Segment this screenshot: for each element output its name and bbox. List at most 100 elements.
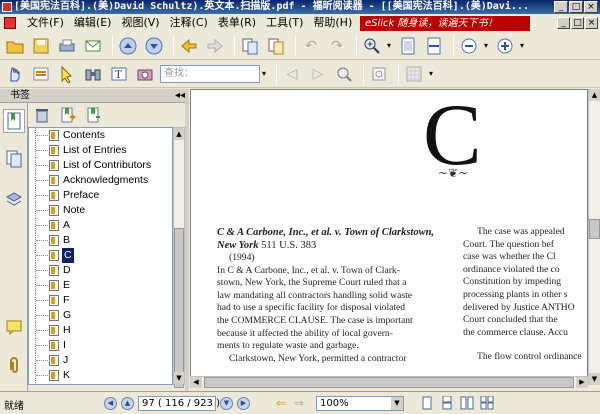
menu-form[interactable]: 表单(R) (213, 14, 261, 32)
fit-width-icon[interactable] (423, 35, 445, 57)
bookmark-item[interactable]: E (29, 278, 172, 293)
bookmark-item[interactable]: I (29, 338, 172, 353)
zoom-dropdown-icon[interactable]: ▾ (387, 41, 397, 50)
bookmark-item[interactable]: Preface (29, 188, 172, 203)
zoom-out-minus-icon[interactable] (458, 35, 480, 57)
doc-scroll-thumb[interactable] (589, 219, 600, 239)
hand-tool-icon[interactable] (4, 63, 26, 85)
previous-page-icon[interactable]: ▲ (121, 397, 134, 410)
bookmark-scroll-thumb[interactable] (174, 228, 184, 388)
continuous-view-icon[interactable] (440, 395, 454, 411)
binoculars-icon[interactable] (82, 63, 104, 85)
zoom-in-dropdown-icon[interactable]: ▾ (520, 41, 530, 50)
doc-scroll-up-arrow-icon[interactable]: ▲ (589, 89, 600, 101)
panel-splitter[interactable] (185, 89, 189, 391)
bookmark-tree-scrollbar[interactable]: ▲ ▼ (173, 127, 185, 388)
select-text-icon[interactable] (30, 63, 52, 85)
menu-tools[interactable]: 工具(T) (261, 14, 308, 32)
background-pattern-icon[interactable] (403, 63, 425, 85)
back-icon[interactable] (178, 35, 200, 57)
zoom-select-dropdown-icon[interactable]: ▼ (391, 397, 403, 410)
doc-close-button[interactable]: × (585, 17, 598, 29)
email-icon[interactable] (82, 35, 104, 57)
bookmark-item[interactable]: List of Entries (29, 143, 172, 158)
eslick-ad-banner[interactable]: eSlick 随身读，读遍天下书！ (360, 16, 530, 31)
bookmark-item[interactable]: J (29, 353, 172, 368)
facing-view-icon[interactable] (460, 396, 474, 411)
document-vertical-scrollbar[interactable]: ▲ ▼ (588, 89, 600, 385)
attachments-tab-icon[interactable] (3, 353, 25, 377)
snapshot-icon[interactable] (134, 63, 156, 85)
continuous-facing-view-icon[interactable] (480, 395, 494, 411)
bookmark-item[interactable]: K (29, 368, 172, 383)
doc-minimize-button[interactable]: _ (557, 17, 570, 29)
find-dropdown-icon[interactable]: ▾ (262, 69, 272, 78)
bookmark-item[interactable]: H (29, 323, 172, 338)
bookmark-item[interactable]: List of Contributors (29, 158, 172, 173)
maximize-button[interactable]: □ (569, 1, 583, 13)
bookmarks-tab-icon[interactable] (3, 109, 25, 133)
bookmark-item[interactable]: D (29, 263, 172, 278)
expand-bookmark-icon[interactable] (84, 105, 104, 125)
page-number-input[interactable]: 97 ( 116 / 923 ) (138, 396, 220, 411)
print-icon[interactable] (56, 35, 78, 57)
save-icon[interactable] (30, 35, 52, 57)
scroll-up-arrow-icon[interactable]: ▲ (174, 128, 184, 140)
menu-file[interactable]: 文件(F) (22, 14, 69, 32)
doc-hscroll-thumb[interactable] (204, 377, 574, 388)
page-down-icon[interactable] (143, 35, 165, 57)
zoom-in-plus-icon[interactable] (494, 35, 516, 57)
text-select-icon[interactable]: T (108, 63, 130, 85)
find-input[interactable]: 查找： (160, 64, 260, 83)
bookmark-item[interactable]: F (29, 293, 172, 308)
find-previous-icon[interactable]: ◁ (281, 63, 303, 85)
extract-icon[interactable] (239, 35, 261, 57)
zoom-in-icon[interactable] (361, 35, 383, 57)
zoom-out-dropdown-icon[interactable]: ▾ (484, 41, 494, 50)
next-page-icon[interactable]: ▼ (220, 397, 233, 410)
add-bookmark-icon[interactable] (58, 105, 78, 125)
document-menu-icon[interactable] (4, 17, 16, 29)
bookmark-item[interactable]: B (29, 233, 172, 248)
layers-tab-icon[interactable] (3, 187, 25, 211)
bookmark-item[interactable]: Note (29, 203, 172, 218)
document-view[interactable]: C ~❦~ C & A Carbone, Inc., et al. v. Tow… (190, 89, 588, 385)
bookmark-item[interactable]: G (29, 308, 172, 323)
collapse-panel-button[interactable]: ◂◂ (175, 89, 185, 103)
minimize-button[interactable]: _ (554, 1, 568, 13)
doc-scroll-down-arrow-icon[interactable]: ▼ (589, 373, 600, 385)
last-page-icon[interactable]: ▶ (237, 397, 250, 410)
bookmark-item[interactable]: A (29, 218, 172, 233)
find-next-icon[interactable]: ▷ (307, 63, 329, 85)
doc-scroll-right-arrow-icon[interactable]: ▶ (576, 377, 588, 388)
rotate-icon[interactable] (368, 63, 390, 85)
app-icon[interactable] (2, 2, 12, 12)
background-dropdown-icon[interactable]: ▾ (429, 69, 439, 78)
close-button[interactable]: × (584, 1, 598, 13)
select-arrow-icon[interactable] (56, 63, 78, 85)
menu-comment[interactable]: 注释(C) (165, 14, 213, 32)
pages-tab-icon[interactable] (3, 147, 25, 171)
bookmark-item[interactable]: C (29, 248, 172, 263)
comments-tab-icon[interactable] (3, 315, 25, 339)
delete-bookmark-icon[interactable] (32, 105, 52, 125)
scroll-down-arrow-icon[interactable]: ▼ (174, 372, 184, 384)
single-page-view-icon[interactable] (420, 396, 434, 411)
redo-icon[interactable]: ↷ (326, 35, 348, 57)
bookmark-item[interactable]: Contents (29, 128, 172, 143)
menu-help[interactable]: 帮助(H) (308, 14, 357, 32)
doc-scroll-left-arrow-icon[interactable]: ◀ (190, 377, 202, 388)
find-options-icon[interactable] (333, 63, 355, 85)
open-icon[interactable] (4, 35, 26, 57)
bookmark-item[interactable]: Acknowledgments (29, 173, 172, 188)
doc-restore-button[interactable]: □ (571, 17, 584, 29)
first-page-icon[interactable]: ◀ (104, 397, 117, 410)
page-up-icon[interactable] (117, 35, 139, 57)
go-back-icon[interactable]: ⇐ (274, 396, 288, 411)
forward-icon[interactable] (204, 35, 226, 57)
go-forward-icon[interactable]: ⇒ (292, 396, 306, 411)
document-horizontal-scrollbar[interactable]: ◀ ▶ (190, 376, 588, 388)
zoom-level-select[interactable]: 100% ▼ (316, 396, 404, 411)
undo-icon[interactable]: ↶ (300, 35, 322, 57)
menu-edit[interactable]: 编辑(E) (69, 14, 117, 32)
